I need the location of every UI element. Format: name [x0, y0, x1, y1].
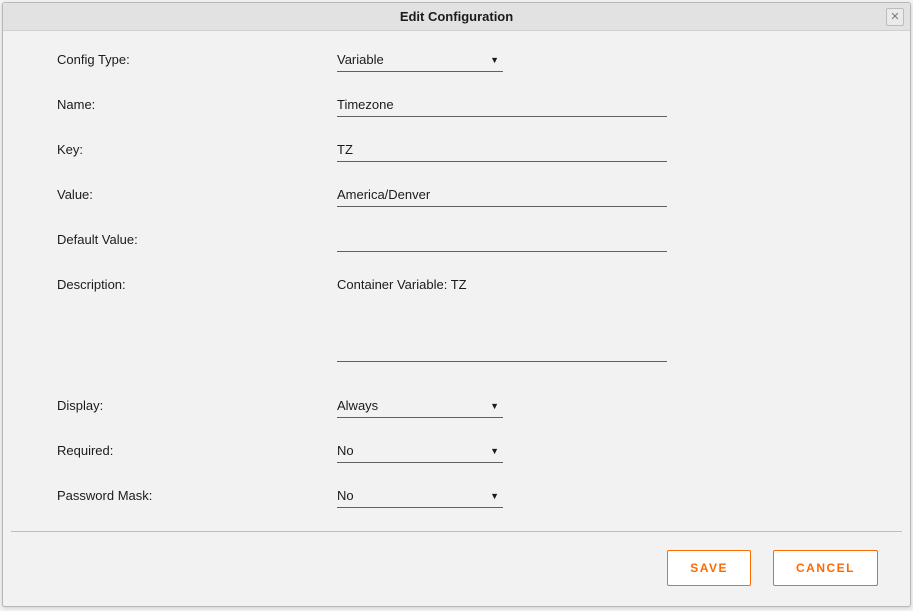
close-icon[interactable]: ✕ [886, 8, 904, 26]
default-value-input[interactable] [337, 229, 667, 252]
row-default-value: Default Value: [57, 229, 856, 252]
key-input[interactable] [337, 139, 667, 162]
select-wrap-display: ▼ [337, 395, 503, 418]
dialog-titlebar: Edit Configuration ✕ [3, 3, 910, 31]
value-input[interactable] [337, 184, 667, 207]
label-key: Key: [57, 139, 337, 157]
form-area: Config Type: ▼ Name: Key: Value: [3, 31, 910, 531]
field-required: ▼ [337, 440, 503, 463]
field-display: ▼ [337, 395, 503, 418]
label-default-value: Default Value: [57, 229, 337, 247]
select-wrap-required: ▼ [337, 440, 503, 463]
label-name: Name: [57, 94, 337, 112]
label-required: Required: [57, 440, 337, 458]
edit-configuration-dialog: Edit Configuration ✕ Config Type: ▼ Name… [2, 2, 911, 607]
cancel-button[interactable]: CANCEL [773, 550, 878, 586]
config-type-select[interactable] [337, 49, 503, 72]
password-mask-select[interactable] [337, 485, 503, 508]
dialog-footer: SAVE CANCEL [3, 532, 910, 606]
select-wrap-password-mask: ▼ [337, 485, 503, 508]
required-select[interactable] [337, 440, 503, 463]
row-value: Value: [57, 184, 856, 207]
field-default-value [337, 229, 667, 252]
dialog-title: Edit Configuration [400, 9, 513, 24]
row-key: Key: [57, 139, 856, 162]
row-name: Name: [57, 94, 856, 117]
row-required: Required: ▼ [57, 440, 856, 463]
label-password-mask: Password Mask: [57, 485, 337, 503]
field-key [337, 139, 667, 162]
description-textarea[interactable] [337, 274, 667, 362]
field-config-type: ▼ [337, 49, 503, 72]
display-select[interactable] [337, 395, 503, 418]
name-input[interactable] [337, 94, 667, 117]
label-value: Value: [57, 184, 337, 202]
label-display: Display: [57, 395, 337, 413]
row-description: Description: [57, 274, 856, 365]
field-password-mask: ▼ [337, 485, 503, 508]
label-config-type: Config Type: [57, 49, 337, 67]
row-config-type: Config Type: ▼ [57, 49, 856, 72]
save-button[interactable]: SAVE [667, 550, 751, 586]
field-value [337, 184, 667, 207]
row-display: Display: ▼ [57, 395, 856, 418]
field-description [337, 274, 667, 365]
row-password-mask: Password Mask: ▼ [57, 485, 856, 508]
field-name [337, 94, 667, 117]
label-description: Description: [57, 274, 337, 292]
select-wrap-config-type: ▼ [337, 49, 503, 72]
